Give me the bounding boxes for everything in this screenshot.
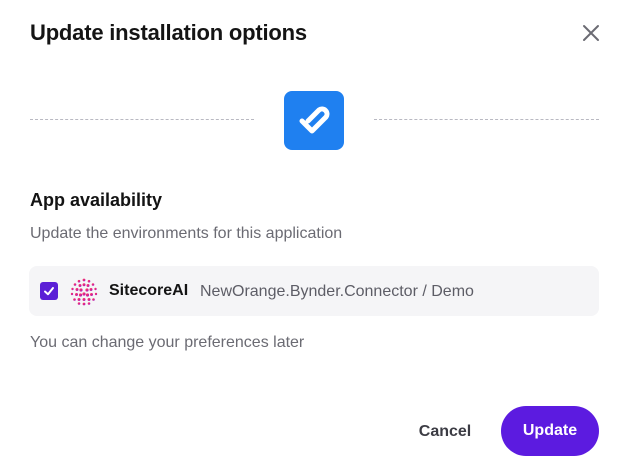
checkmark-icon: [44, 287, 54, 296]
close-icon: [583, 25, 599, 41]
close-button[interactable]: [578, 20, 604, 46]
preferences-note: You can change your preferences later: [30, 334, 305, 351]
update-button[interactable]: Update: [501, 406, 599, 456]
environment-checkbox[interactable]: [40, 282, 58, 300]
environment-brand: SitecoreAI: [109, 282, 189, 299]
environment-row[interactable]: SitecoreAI NewOrange.Bynder.Connector / …: [29, 266, 599, 316]
update-installation-dialog: Update installation options App availabi…: [0, 0, 627, 476]
sitecore-logo-icon: [70, 278, 98, 306]
connector-line-left: [30, 119, 254, 120]
section-description: Update the environments for this applica…: [30, 225, 343, 242]
bynder-logo-icon: [284, 91, 344, 150]
cancel-button[interactable]: Cancel: [404, 408, 486, 456]
dialog-title: Update installation options: [30, 20, 307, 45]
environment-path: NewOrange.Bynder.Connector / Demo: [200, 283, 474, 300]
connector-line-right: [374, 119, 599, 120]
section-heading: App availability: [30, 190, 163, 210]
